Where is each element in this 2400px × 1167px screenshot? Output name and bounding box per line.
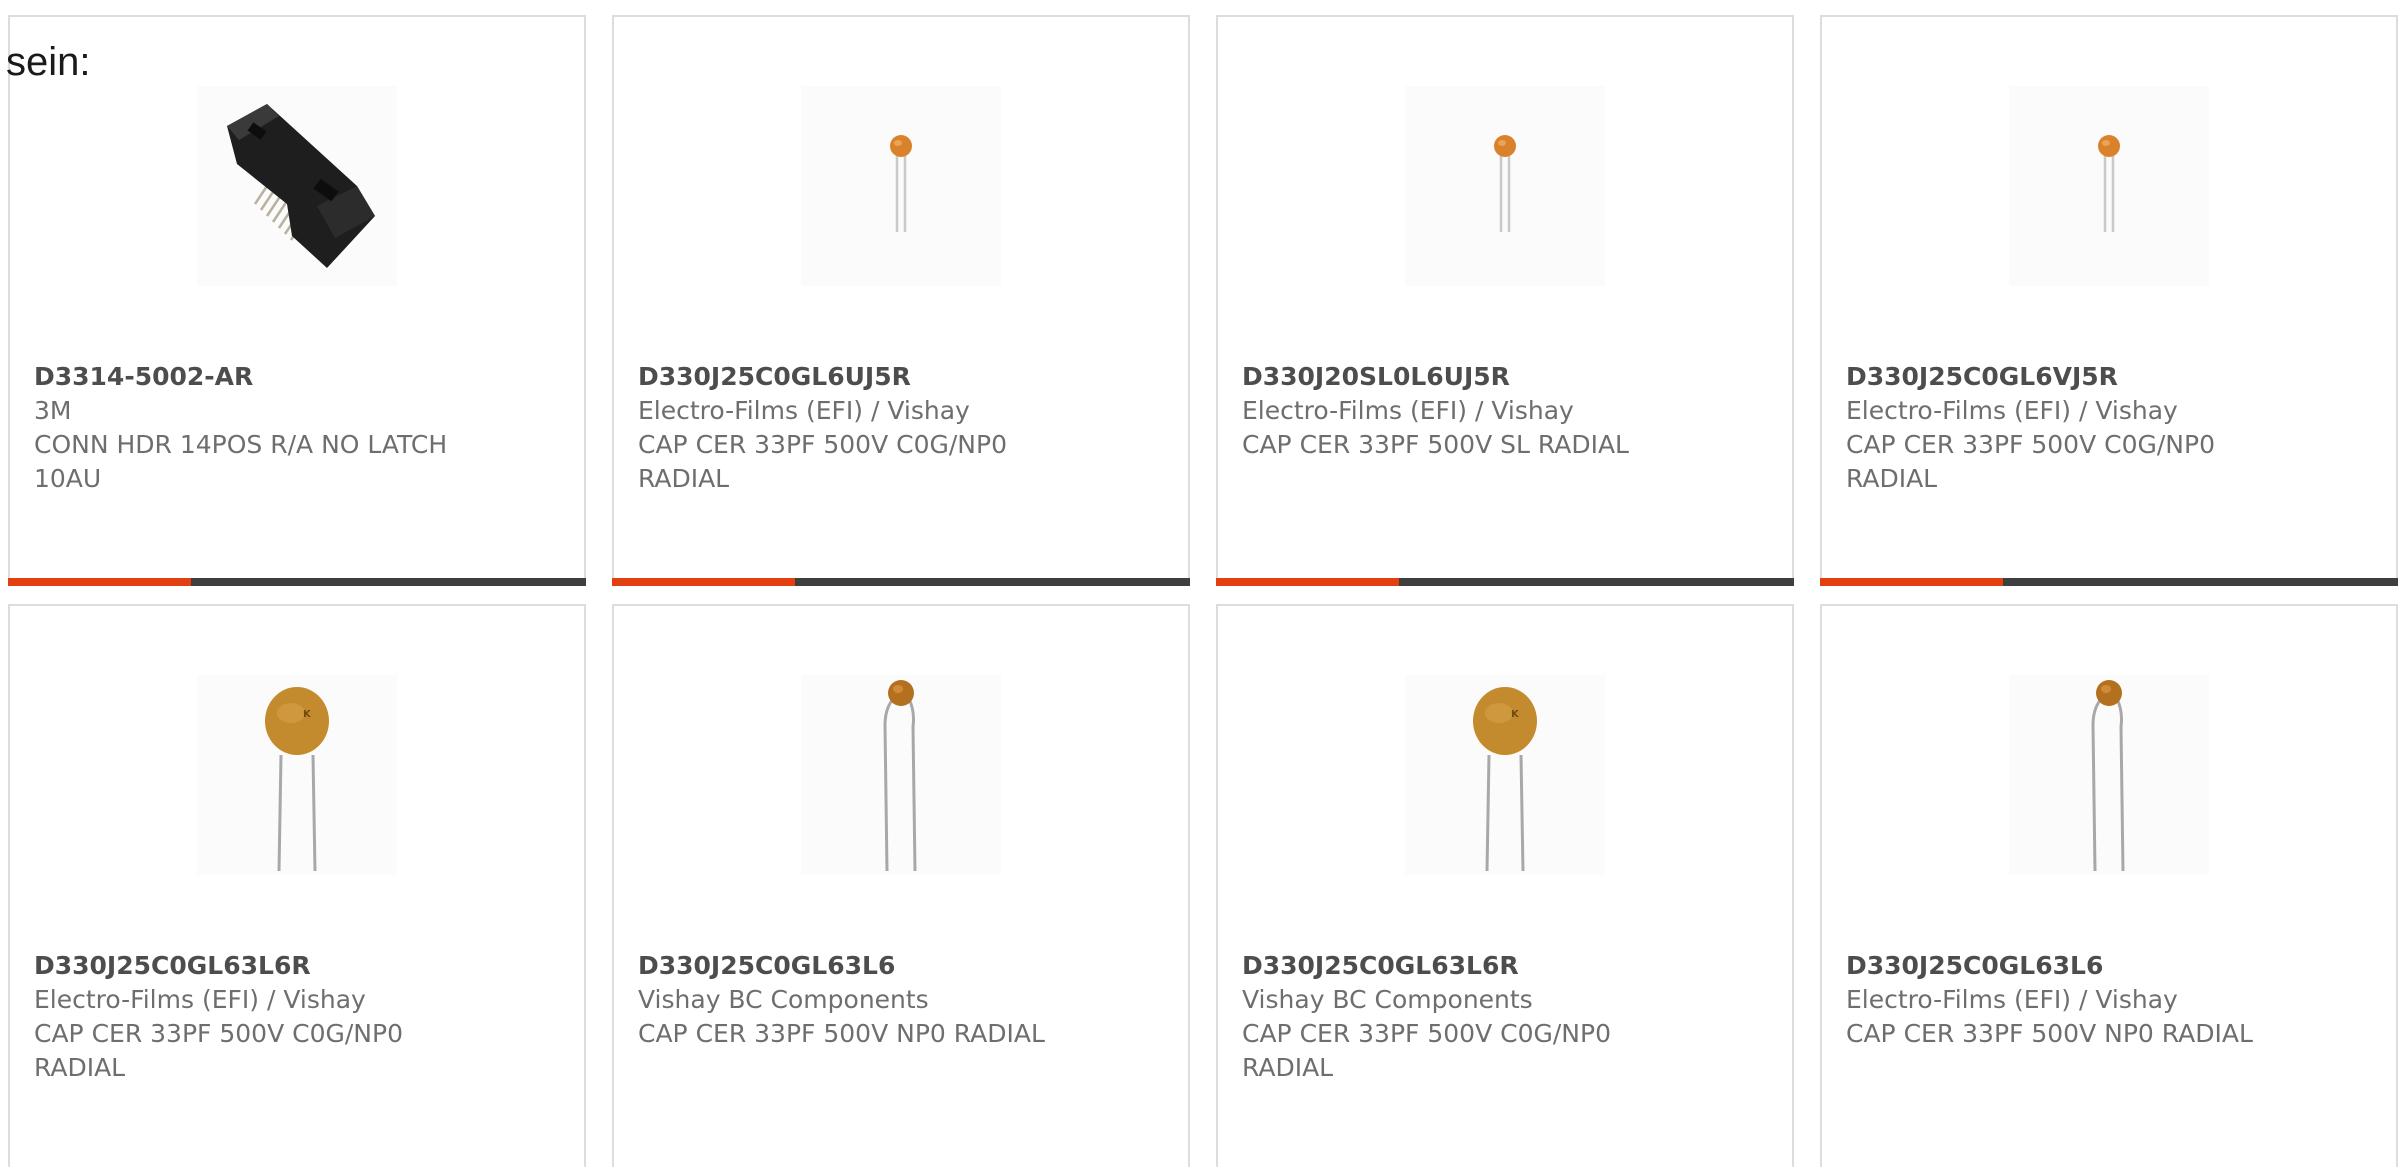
card-bar-accent	[8, 578, 191, 586]
manufacturer: Electro-Films (EFI) / Vishay	[1242, 396, 1574, 425]
manufacturer: Electro-Films (EFI) / Vishay	[34, 985, 366, 1014]
product-info: D330J25C0GL6VJ5R Electro-Films (EFI) / V…	[1846, 360, 2286, 496]
description: CAP CER 33PF 500V SL RADIAL	[1242, 430, 1629, 459]
description: CAP CER 33PF 500V C0G/NP0 RADIAL	[34, 1019, 403, 1082]
connector-header-image[interactable]	[197, 86, 397, 286]
part-number[interactable]: D330J20SL0L6UJ5R	[1242, 360, 1682, 394]
product-card[interactable]: D330J25C0GL6UJ5R Electro-Films (EFI) / V…	[612, 15, 1190, 586]
disc-ceramic-capacitor-image[interactable]: K	[197, 675, 397, 875]
product-info: D330J20SL0L6UJ5R Electro-Films (EFI) / V…	[1242, 360, 1682, 462]
description: CONN HDR 14POS R/A NO LATCH 10AU	[34, 430, 448, 493]
product-info: D330J25C0GL63L6 Vishay BC Components CAP…	[638, 949, 1078, 1051]
product-card[interactable]: D330J20SL0L6UJ5R Electro-Films (EFI) / V…	[1216, 15, 1794, 586]
description: CAP CER 33PF 500V NP0 RADIAL	[1846, 1019, 2253, 1048]
product-info: D330J25C0GL6UJ5R Electro-Films (EFI) / V…	[638, 360, 1078, 496]
card-bar-accent	[1216, 578, 1399, 586]
card-bar	[1216, 578, 1794, 586]
part-number[interactable]: D330J25C0GL63L6R	[1242, 949, 1682, 983]
description: CAP CER 33PF 500V C0G/NP0 RADIAL	[1242, 1019, 1611, 1082]
card-bar	[1820, 578, 2398, 586]
card-bar	[612, 578, 1190, 586]
card-bar-accent	[612, 578, 795, 586]
svg-text:K: K	[1511, 709, 1520, 720]
disc-ceramic-capacitor-image[interactable]: K	[1405, 675, 1605, 875]
description: CAP CER 33PF 500V C0G/NP0 RADIAL	[638, 430, 1007, 493]
bead-ceramic-capacitor-image[interactable]	[2009, 675, 2209, 875]
part-number[interactable]: D3314-5002-AR	[34, 360, 474, 394]
product-card[interactable]: D3314-5002-AR 3M CONN HDR 14POS R/A NO L…	[8, 15, 586, 586]
small-ceramic-capacitor-image[interactable]	[1405, 86, 1605, 286]
bead-ceramic-capacitor-image[interactable]	[801, 675, 1001, 875]
manufacturer: Vishay BC Components	[638, 985, 929, 1014]
part-number[interactable]: D330J25C0GL63L6R	[34, 949, 474, 983]
product-grid-page: sein: D3314-5002-AR 3M CONN HDR 14POS R/…	[0, 0, 2400, 1167]
part-number[interactable]: D330J25C0GL63L6	[638, 949, 1078, 983]
manufacturer: Vishay BC Components	[1242, 985, 1533, 1014]
product-info: D3314-5002-AR 3M CONN HDR 14POS R/A NO L…	[34, 360, 474, 496]
product-info: D330J25C0GL63L6R Electro-Films (EFI) / V…	[34, 949, 474, 1085]
small-ceramic-capacitor-image[interactable]	[2009, 86, 2209, 286]
product-info: D330J25C0GL63L6R Vishay BC Components CA…	[1242, 949, 1682, 1085]
part-number[interactable]: D330J25C0GL63L6	[1846, 949, 2286, 983]
product-card[interactable]: D330J25C0GL63L6 Vishay BC Components CAP…	[612, 604, 1190, 1167]
card-bar-accent	[1820, 578, 2003, 586]
description: CAP CER 33PF 500V NP0 RADIAL	[638, 1019, 1045, 1048]
manufacturer: Electro-Films (EFI) / Vishay	[1846, 396, 2178, 425]
product-info: D330J25C0GL63L6 Electro-Films (EFI) / Vi…	[1846, 949, 2286, 1051]
product-card[interactable]: D330J25C0GL6VJ5R Electro-Films (EFI) / V…	[1820, 15, 2398, 586]
product-card[interactable]: D330J25C0GL63L6 Electro-Films (EFI) / Vi…	[1820, 604, 2398, 1167]
manufacturer: Electro-Films (EFI) / Vishay	[638, 396, 970, 425]
manufacturer: 3M	[34, 396, 72, 425]
part-number[interactable]: D330J25C0GL6VJ5R	[1846, 360, 2286, 394]
svg-text:K: K	[303, 709, 312, 720]
product-card[interactable]: K D330J25C0GL63L6R Electro-Films (EFI) /…	[8, 604, 586, 1167]
description: CAP CER 33PF 500V C0G/NP0 RADIAL	[1846, 430, 2215, 493]
product-card[interactable]: K D330J25C0GL63L6R Vishay BC Components …	[1216, 604, 1794, 1167]
manufacturer: Electro-Films (EFI) / Vishay	[1846, 985, 2178, 1014]
card-bar	[8, 578, 586, 586]
part-number[interactable]: D330J25C0GL6UJ5R	[638, 360, 1078, 394]
small-ceramic-capacitor-image[interactable]	[801, 86, 1001, 286]
section-heading: sein:	[6, 40, 91, 84]
